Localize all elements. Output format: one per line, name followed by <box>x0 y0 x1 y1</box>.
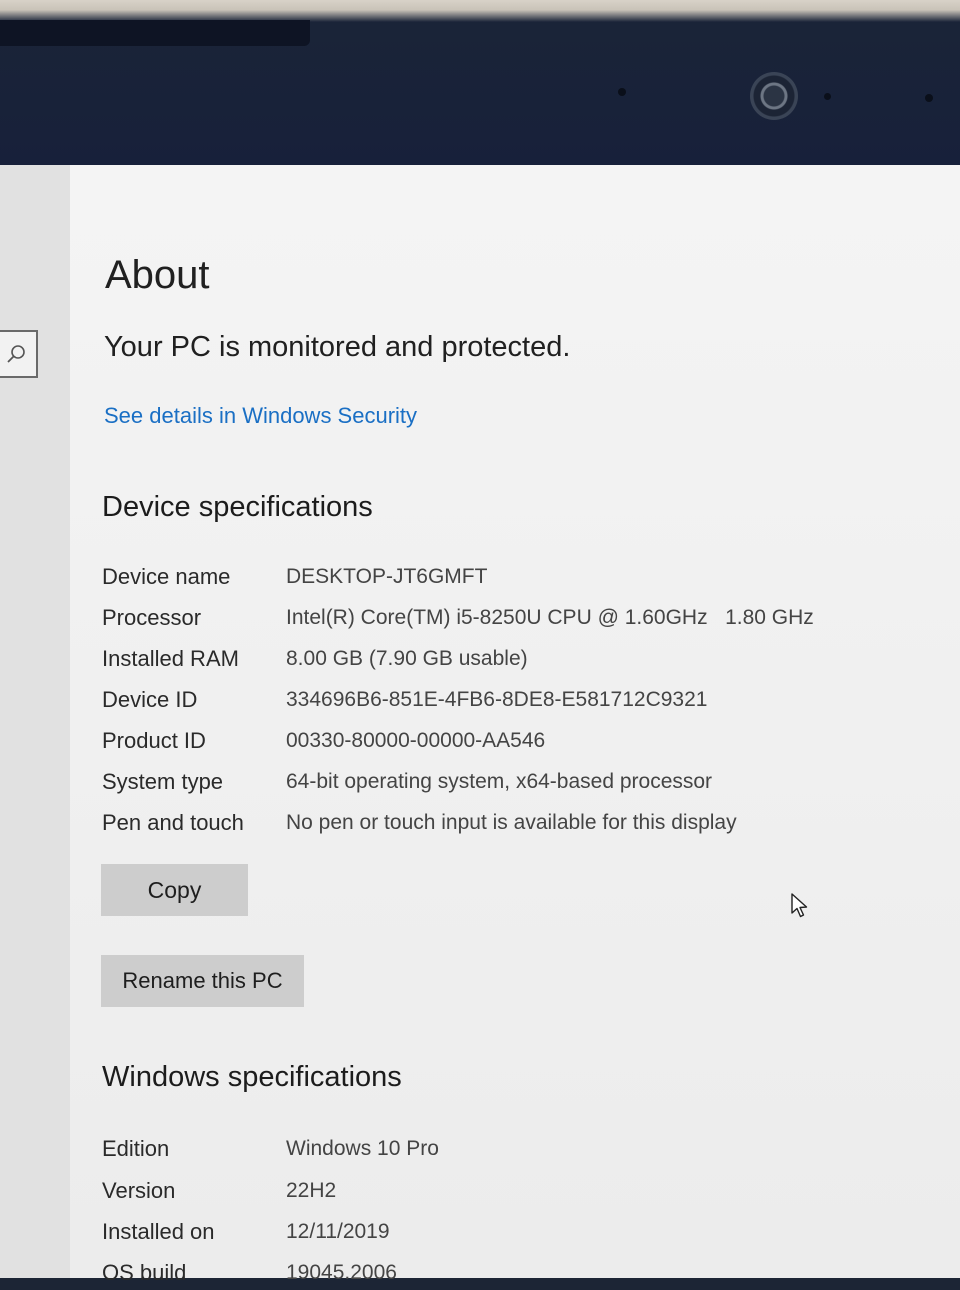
spec-label: System type <box>102 769 224 794</box>
spec-value: 19045.2006 <box>286 1261 397 1284</box>
spec-row-device-id: Device ID 334696B6-851E-4FB6-8DE8-E58171… <box>102 683 862 717</box>
protection-status: Your PC is monitored and protected. <box>104 331 571 363</box>
spec-value: Intel(R) Core(TM) i5-8250U CPU @ 1.60GHz… <box>286 606 814 629</box>
spec-value: 64-bit operating system, x64-based proce… <box>286 770 713 793</box>
spec-row-pen-and-touch: Pen and touch No pen or touch input is a… <box>102 806 862 840</box>
spec-value: 8.00 GB (7.90 GB usable) <box>286 647 528 670</box>
settings-window: About Your PC is monitored and protected… <box>0 165 960 1285</box>
sensor-dot <box>925 94 933 102</box>
about-page: About Your PC is monitored and protected… <box>0 165 960 1285</box>
rename-pc-button[interactable]: Rename this PC <box>101 955 304 1007</box>
spec-value: No pen or touch input is available for t… <box>286 811 737 834</box>
spec-label: Installed RAM <box>102 646 239 671</box>
spec-row-product-id: Product ID 00330-80000-00000-AA546 <box>102 724 862 758</box>
windows-security-link[interactable]: See details in Windows Security <box>104 403 417 429</box>
spec-value: 00330-80000-00000-AA546 <box>286 729 546 752</box>
spec-row-installed-on: Installed on 12/11/2019 <box>102 1215 862 1249</box>
spec-value: Windows 10 Pro <box>286 1137 439 1160</box>
spec-row-version: Version 22H2 <box>102 1174 862 1208</box>
spec-label: Version <box>102 1178 176 1203</box>
spec-row-installed-ram: Installed RAM 8.00 GB (7.90 GB usable) <box>102 642 862 676</box>
camera-light <box>824 93 831 100</box>
spec-label: Processor <box>102 605 202 630</box>
spec-label: Device ID <box>102 687 198 712</box>
copy-button[interactable]: Copy <box>101 864 248 916</box>
spec-value: DESKTOP-JT6GMFT <box>286 565 488 588</box>
sensor-dot <box>618 88 626 96</box>
spec-label: OS build <box>102 1260 187 1285</box>
spec-label: Product ID <box>102 728 206 753</box>
device-specs-heading: Device specifications <box>102 491 373 523</box>
spec-row-processor: Processor Intel(R) Core(TM) i5-8250U CPU… <box>102 601 862 635</box>
laptop-bezel <box>0 0 960 170</box>
spec-row-os-build: OS build 19045.2006 <box>102 1256 862 1290</box>
spec-label: Edition <box>102 1136 170 1161</box>
spec-row-edition: Edition Windows 10 Pro <box>102 1132 862 1166</box>
spec-row-device-name: Device name DESKTOP-JT6GMFT <box>102 560 862 594</box>
spec-label: Pen and touch <box>102 810 244 835</box>
bezel-edge <box>0 20 310 46</box>
spec-row-system-type: System type 64-bit operating system, x64… <box>102 765 862 799</box>
spec-label: Device name <box>102 564 231 589</box>
page-title: About <box>105 253 210 297</box>
spec-value: 12/11/2019 <box>286 1220 390 1243</box>
windows-specs-heading: Windows specifications <box>102 1061 402 1093</box>
webcam-icon <box>750 72 798 120</box>
mouse-pointer-icon <box>791 893 808 918</box>
spec-value: 334696B6-851E-4FB6-8DE8-E581712C9321 <box>286 688 708 711</box>
spec-label: Installed on <box>102 1219 215 1244</box>
spec-value: 22H2 <box>286 1179 337 1202</box>
